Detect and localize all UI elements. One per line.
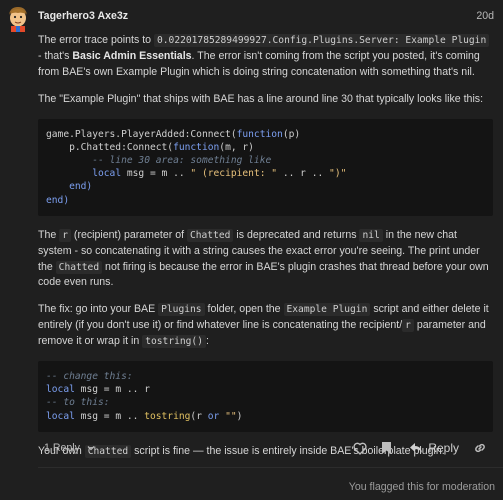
inline-code: Chatted — [55, 260, 103, 274]
code-keyword: end) — [46, 181, 93, 193]
text: The error trace points to — [38, 34, 154, 46]
text: The — [38, 228, 60, 241]
text: is deprecated and returns — [233, 228, 360, 241]
inline-code: tostring() — [142, 335, 206, 349]
chevron-down-icon — [87, 446, 95, 451]
paragraph-4: The fix: go into your BAE Plugins folder… — [38, 302, 493, 350]
code-text: msg = m .. r — [74, 384, 150, 396]
reply-label: Reply — [428, 441, 459, 455]
text: The fix: go into your BAE — [38, 303, 159, 316]
inline-code: Chatted — [186, 228, 234, 242]
avatar-image — [6, 6, 30, 32]
code-string: ")" — [329, 168, 347, 180]
link-icon[interactable] — [467, 439, 493, 457]
text: folder, open the — [204, 303, 284, 316]
text: (recipient) parameter of — [70, 228, 187, 241]
paragraph-1: The error trace points to 0.022017852894… — [38, 33, 493, 81]
bold-text: Basic Admin Essentials — [72, 49, 192, 62]
reply-arrow-icon — [410, 443, 423, 453]
inline-code: 0.02201785289499927.Config.Plugins.Serve… — [154, 34, 490, 47]
text: - that's — [38, 49, 73, 62]
code-keyword: or — [207, 410, 220, 422]
code-keyword: local — [46, 384, 75, 396]
code-text: (p) — [282, 128, 301, 140]
flag-notice: You flagged this for moderation — [348, 481, 495, 493]
post-body: The error trace points to 0.022017852894… — [38, 33, 493, 471]
code-text: .. r .. — [277, 168, 330, 180]
code-keyword: function — [236, 128, 283, 140]
code-comment: -- change this: — [46, 371, 133, 383]
reply-button[interactable]: Reply — [409, 439, 459, 457]
code-text: (r — [190, 410, 208, 422]
code-block-1[interactable]: game.Players.PlayerAdded:Connect(functio… — [38, 118, 493, 216]
code-text: (m, r) — [219, 141, 254, 153]
text: : — [205, 335, 209, 348]
code-comment: -- to this: — [46, 397, 110, 409]
replies-count: 1 Reply — [44, 442, 80, 454]
code-text: msg = m .. — [74, 410, 145, 422]
inline-code: Example Plugin — [283, 303, 371, 317]
code-keyword: function — [173, 141, 220, 153]
inline-code: r — [402, 319, 414, 333]
code-keyword: local — [46, 410, 75, 422]
code-text: msg = m .. — [121, 168, 191, 180]
post-actions: Reply — [347, 439, 493, 457]
paragraph-2: The "Example Plugin" that ships with BAE… — [38, 92, 484, 105]
code-block-2[interactable]: -- change this: local msg = m .. r -- to… — [38, 361, 493, 432]
code-comment: -- line 30 area: something like — [46, 154, 272, 166]
code-keyword: end) — [46, 194, 70, 206]
code-text: p.Chatted:Connect( — [46, 141, 174, 153]
inline-code: nil — [359, 228, 383, 242]
divider — [38, 467, 503, 468]
replies-toggle[interactable]: 1 Reply — [44, 441, 95, 457]
code-function: tostring — [144, 410, 191, 422]
avatar[interactable] — [6, 6, 30, 32]
code-string: "" — [225, 410, 237, 422]
heart-icon[interactable] — [347, 439, 373, 457]
post-author[interactable]: Tagerhero3 Axe3z — [38, 9, 128, 25]
code-string: " (recipient: " — [190, 168, 278, 180]
inline-code: r — [59, 228, 71, 242]
code-text: ) — [236, 410, 243, 422]
code-keyword: local — [92, 168, 122, 180]
inline-code: Plugins — [158, 303, 205, 317]
code-text: game.Players.PlayerAdded:Connect( — [46, 128, 237, 140]
bookmark-icon[interactable] — [373, 439, 399, 457]
text: not firing is because the error in BAE's… — [38, 260, 489, 289]
post-date[interactable]: 20d — [476, 9, 494, 25]
forum-post: Tagerhero3 Axe3z 20d The error trace poi… — [0, 0, 503, 500]
paragraph-3: The r (recipient) parameter of Chatted i… — [38, 228, 493, 292]
